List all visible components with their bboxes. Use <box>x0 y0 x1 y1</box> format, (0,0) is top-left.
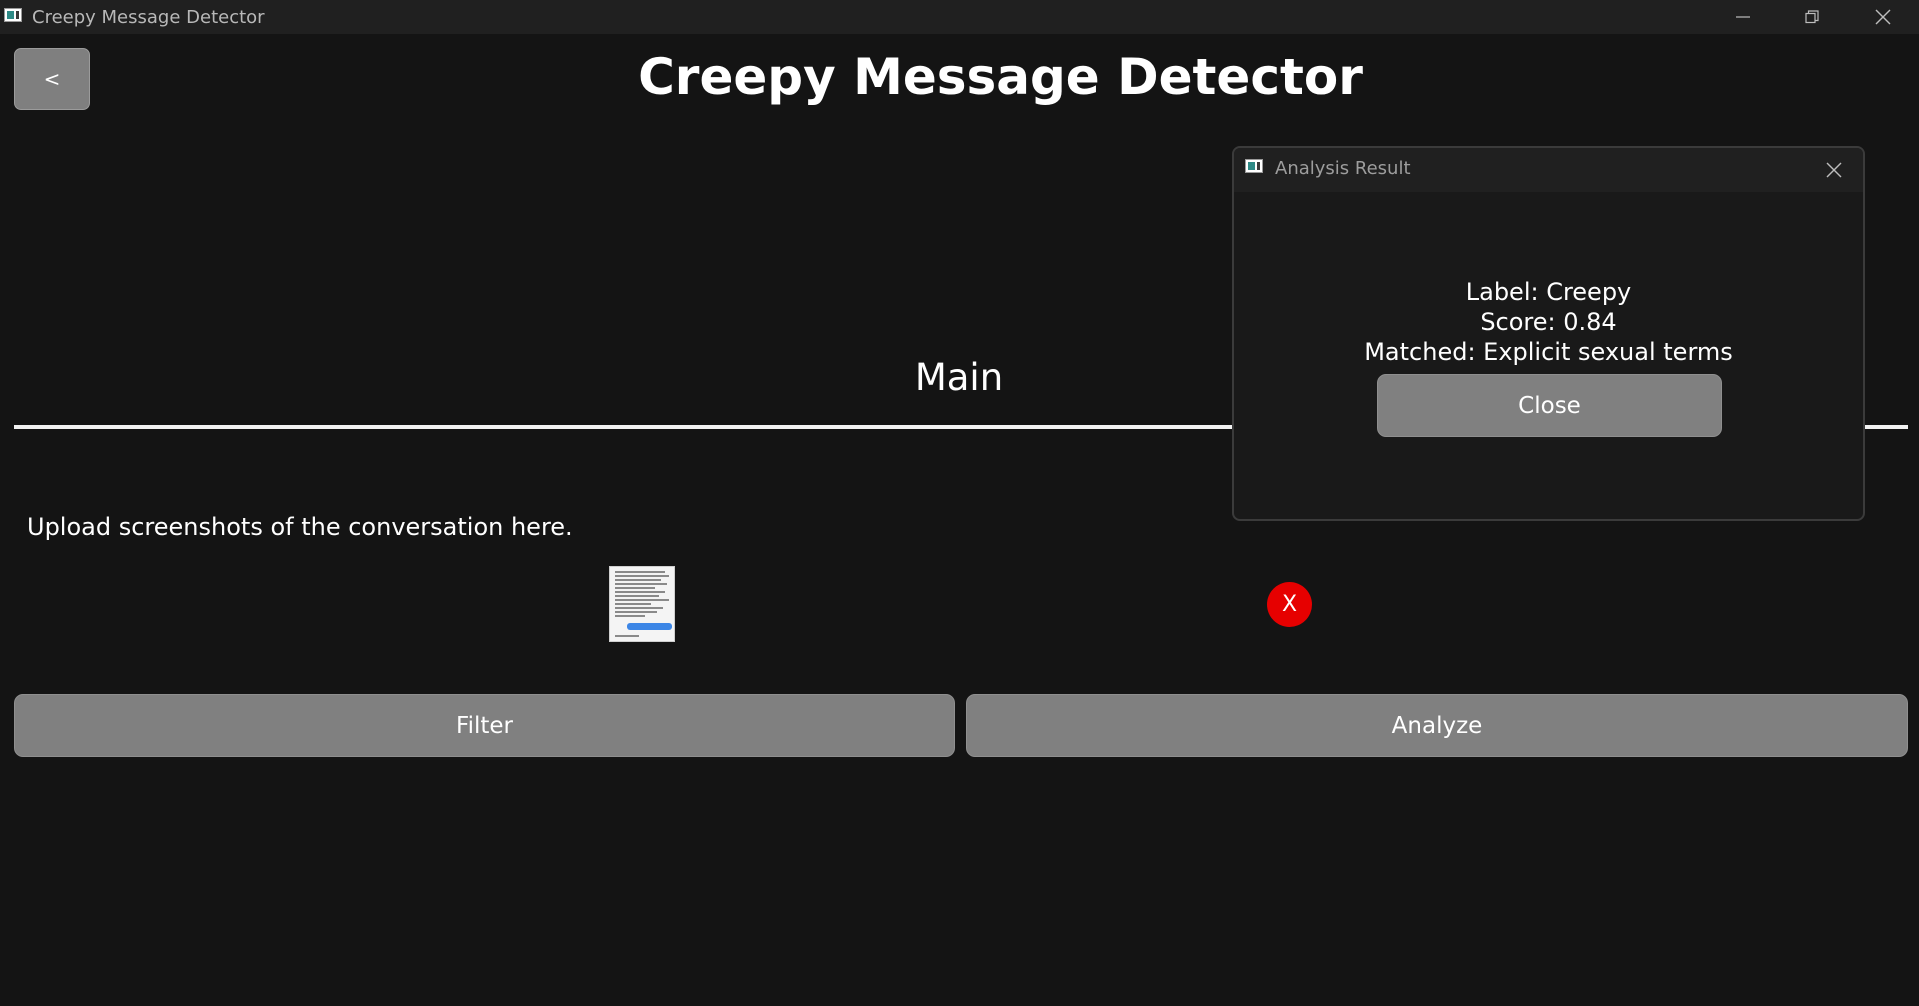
window-titlebar[interactable]: Creepy Message Detector <box>0 0 1919 34</box>
screenshot-thumbnail[interactable] <box>609 566 675 642</box>
dialog-title: Analysis Result <box>1275 158 1411 179</box>
close-icon <box>1826 162 1842 178</box>
restore-button[interactable] <box>1789 0 1835 34</box>
close-icon <box>1875 9 1891 25</box>
dialog-app-icon <box>1245 159 1263 173</box>
minimize-button[interactable] <box>1720 0 1766 34</box>
dialog-titlebar[interactable]: Analysis Result <box>1234 148 1863 192</box>
result-label: Label: Creepy <box>1465 278 1632 306</box>
filter-button[interactable]: Filter <box>14 694 955 757</box>
dialog-close-text-button[interactable]: Close <box>1377 374 1722 437</box>
remove-screenshot-button[interactable]: X <box>1267 582 1312 627</box>
upload-instructions: Upload screenshots of the conversation h… <box>27 513 573 541</box>
restore-icon <box>1805 10 1819 24</box>
dialog-close-button[interactable] <box>1820 156 1848 184</box>
result-matched: Matched: Explicit sexual terms <box>1364 338 1733 366</box>
minimize-icon <box>1736 16 1750 18</box>
result-score: Score: 0.84 <box>1480 308 1617 336</box>
page-title: Creepy Message Detector <box>638 48 1363 106</box>
window-title: Creepy Message Detector <box>32 7 265 28</box>
app-window: Creepy Message Detector < Creepy Message… <box>0 0 1919 1006</box>
analyze-button[interactable]: Analyze <box>966 694 1908 757</box>
app-icon <box>4 8 22 22</box>
window-close-button[interactable] <box>1860 0 1906 34</box>
analysis-result-dialog: Analysis Result Label: Creepy Score: 0.8… <box>1232 146 1865 521</box>
